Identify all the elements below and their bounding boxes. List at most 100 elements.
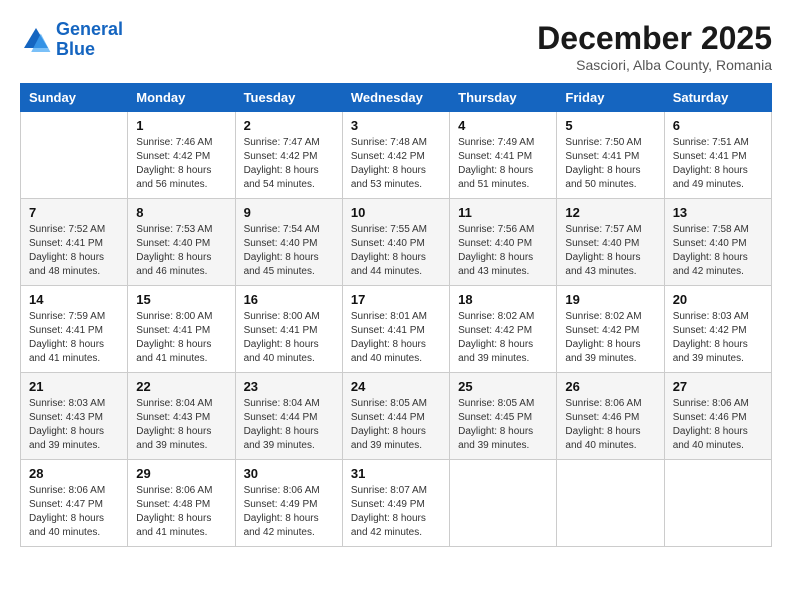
day-number: 21 xyxy=(29,379,119,394)
calendar-cell: 1 Sunrise: 7:46 AMSunset: 4:42 PMDaylight… xyxy=(128,112,235,199)
calendar-cell: 5 Sunrise: 7:50 AMSunset: 4:41 PMDaylight… xyxy=(557,112,664,199)
day-info: Sunrise: 8:00 AMSunset: 4:41 PMDaylight:… xyxy=(136,310,226,366)
calendar-cell: 17Sunrise: 8:01 AMSunset: 4:41 PMDayligh… xyxy=(342,286,449,373)
day-info: Sunrise: 7:52 AMSunset: 4:41 PMDaylight:… xyxy=(29,223,119,279)
day-info: Sunrise: 8:04 AMSunset: 4:43 PMDaylight:… xyxy=(136,397,226,453)
day-info: Sunrise: 7:55 AMSunset: 4:40 PMDaylight:… xyxy=(351,223,441,279)
header-monday: Monday xyxy=(128,84,235,112)
day-info: Sunrise: 7:47 AMSunset: 4:42 PMDaylight:… xyxy=(244,136,334,192)
day-info: Sunrise: 8:06 AMSunset: 4:46 PMDaylight:… xyxy=(673,397,763,453)
day-number: 1 xyxy=(136,118,226,133)
header-sunday: Sunday xyxy=(21,84,128,112)
calendar-cell: 18 Sunrise: 8:02 AMSunset: 4:42 PMDayligh… xyxy=(450,286,557,373)
calendar-cell: 23Sunrise: 8:04 AMSunset: 4:44 PMDayligh… xyxy=(235,373,342,460)
header-friday: Friday xyxy=(557,84,664,112)
calendar-cell: 29Sunrise: 8:06 AMSunset: 4:48 PMDayligh… xyxy=(128,460,235,547)
calendar-cell: 26Sunrise: 8:06 AMSunset: 4:46 PMDayligh… xyxy=(557,373,664,460)
calendar-cell: 3 Sunrise: 7:48 AMSunset: 4:42 PMDaylight… xyxy=(342,112,449,199)
day-number: 11 xyxy=(458,205,548,220)
day-info: Sunrise: 7:54 AMSunset: 4:40 PMDaylight:… xyxy=(244,223,334,279)
calendar-cell: 25 Sunrise: 8:05 AMSunset: 4:45 PMDayligh… xyxy=(450,373,557,460)
day-info: Sunrise: 7:58 AMSunset: 4:40 PMDaylight:… xyxy=(673,223,763,279)
day-number: 7 xyxy=(29,205,119,220)
day-number: 14 xyxy=(29,292,119,307)
calendar-table: Sunday Monday Tuesday Wednesday Thursday… xyxy=(20,83,772,547)
day-info: Sunrise: 7:59 AMSunset: 4:41 PMDaylight:… xyxy=(29,310,119,366)
day-info: Sunrise: 8:04 AMSunset: 4:44 PMDaylight:… xyxy=(244,397,334,453)
calendar-week-1: 1 Sunrise: 7:46 AMSunset: 4:42 PMDaylight… xyxy=(21,112,772,199)
calendar-cell: 27Sunrise: 8:06 AMSunset: 4:46 PMDayligh… xyxy=(664,373,771,460)
day-number: 20 xyxy=(673,292,763,307)
calendar-cell: 6 Sunrise: 7:51 AMSunset: 4:41 PMDaylight… xyxy=(664,112,771,199)
day-number: 13 xyxy=(673,205,763,220)
day-number: 9 xyxy=(244,205,334,220)
logo-text-general: General xyxy=(56,19,123,39)
calendar-cell: 14 Sunrise: 7:59 AMSunset: 4:41 PMDayligh… xyxy=(21,286,128,373)
day-info: Sunrise: 7:56 AMSunset: 4:40 PMDaylight:… xyxy=(458,223,548,279)
day-info: Sunrise: 8:00 AMSunset: 4:41 PMDaylight:… xyxy=(244,310,334,366)
calendar-cell: 22 Sunrise: 8:04 AMSunset: 4:43 PMDayligh… xyxy=(128,373,235,460)
day-number: 18 xyxy=(458,292,548,307)
calendar-cell: 21 Sunrise: 8:03 AMSunset: 4:43 PMDayligh… xyxy=(21,373,128,460)
day-number: 30 xyxy=(244,466,334,481)
day-info: Sunrise: 8:02 AMSunset: 4:42 PMDaylight:… xyxy=(565,310,655,366)
logo-text-blue: Blue xyxy=(56,39,95,59)
day-number: 2 xyxy=(244,118,334,133)
header-wednesday: Wednesday xyxy=(342,84,449,112)
day-info: Sunrise: 8:05 AMSunset: 4:45 PMDaylight:… xyxy=(458,397,548,453)
day-info: Sunrise: 7:53 AMSunset: 4:40 PMDaylight:… xyxy=(136,223,226,279)
calendar-cell: 2 Sunrise: 7:47 AMSunset: 4:42 PMDaylight… xyxy=(235,112,342,199)
day-info: Sunrise: 7:48 AMSunset: 4:42 PMDaylight:… xyxy=(351,136,441,192)
calendar-cell: 19 Sunrise: 8:02 AMSunset: 4:42 PMDayligh… xyxy=(557,286,664,373)
day-info: Sunrise: 8:06 AMSunset: 4:47 PMDaylight:… xyxy=(29,484,119,540)
header-saturday: Saturday xyxy=(664,84,771,112)
calendar-cell: 4Sunrise: 7:49 AMSunset: 4:41 PMDaylight… xyxy=(450,112,557,199)
day-number: 8 xyxy=(136,205,226,220)
calendar-cell: 11 Sunrise: 7:56 AMSunset: 4:40 PMDayligh… xyxy=(450,199,557,286)
calendar-week-3: 14 Sunrise: 7:59 AMSunset: 4:41 PMDayligh… xyxy=(21,286,772,373)
calendar-cell: 20 Sunrise: 8:03 AMSunset: 4:42 PMDayligh… xyxy=(664,286,771,373)
day-info: Sunrise: 8:01 AMSunset: 4:41 PMDaylight:… xyxy=(351,310,441,366)
day-number: 12 xyxy=(565,205,655,220)
day-number: 28 xyxy=(29,466,119,481)
calendar-cell: 28 Sunrise: 8:06 AMSunset: 4:47 PMDayligh… xyxy=(21,460,128,547)
calendar-cell: 31 Sunrise: 8:07 AMSunset: 4:49 PMDayligh… xyxy=(342,460,449,547)
day-number: 10 xyxy=(351,205,441,220)
calendar-cell: 30 Sunrise: 8:06 AMSunset: 4:49 PMDayligh… xyxy=(235,460,342,547)
day-info: Sunrise: 8:06 AMSunset: 4:49 PMDaylight:… xyxy=(244,484,334,540)
day-info: Sunrise: 8:03 AMSunset: 4:42 PMDaylight:… xyxy=(673,310,763,366)
day-info: Sunrise: 8:07 AMSunset: 4:49 PMDaylight:… xyxy=(351,484,441,540)
header-tuesday: Tuesday xyxy=(235,84,342,112)
calendar-week-5: 28 Sunrise: 8:06 AMSunset: 4:47 PMDayligh… xyxy=(21,460,772,547)
day-number: 3 xyxy=(351,118,441,133)
day-info: Sunrise: 8:05 AMSunset: 4:44 PMDaylight:… xyxy=(351,397,441,453)
day-number: 15 xyxy=(136,292,226,307)
logo-icon xyxy=(20,24,52,56)
day-info: Sunrise: 7:51 AMSunset: 4:41 PMDaylight:… xyxy=(673,136,763,192)
calendar-week-2: 7 Sunrise: 7:52 AMSunset: 4:41 PMDaylight… xyxy=(21,199,772,286)
calendar-cell: 16 Sunrise: 8:00 AMSunset: 4:41 PMDayligh… xyxy=(235,286,342,373)
day-number: 6 xyxy=(673,118,763,133)
day-info: Sunrise: 8:02 AMSunset: 4:42 PMDaylight:… xyxy=(458,310,548,366)
location-subtitle: Sasciori, Alba County, Romania xyxy=(537,57,772,73)
day-number: 5 xyxy=(565,118,655,133)
day-number: 19 xyxy=(565,292,655,307)
calendar-cell xyxy=(664,460,771,547)
day-number: 25 xyxy=(458,379,548,394)
day-number: 31 xyxy=(351,466,441,481)
day-number: 22 xyxy=(136,379,226,394)
calendar-cell: 8 Sunrise: 7:53 AMSunset: 4:40 PMDaylight… xyxy=(128,199,235,286)
calendar-cell: 10 Sunrise: 7:55 AMSunset: 4:40 PMDayligh… xyxy=(342,199,449,286)
day-number: 24 xyxy=(351,379,441,394)
page-header: General Blue December 2025 Sasciori, Alb… xyxy=(20,20,772,73)
month-title: December 2025 xyxy=(537,20,772,57)
calendar-cell xyxy=(450,460,557,547)
calendar-cell xyxy=(557,460,664,547)
day-info: Sunrise: 8:03 AMSunset: 4:43 PMDaylight:… xyxy=(29,397,119,453)
day-info: Sunrise: 7:50 AMSunset: 4:41 PMDaylight:… xyxy=(565,136,655,192)
day-info: Sunrise: 8:06 AMSunset: 4:48 PMDaylight:… xyxy=(136,484,226,540)
day-number: 16 xyxy=(244,292,334,307)
title-section: December 2025 Sasciori, Alba County, Rom… xyxy=(537,20,772,73)
day-info: Sunrise: 7:46 AMSunset: 4:42 PMDaylight:… xyxy=(136,136,226,192)
calendar-cell: 9 Sunrise: 7:54 AMSunset: 4:40 PMDaylight… xyxy=(235,199,342,286)
